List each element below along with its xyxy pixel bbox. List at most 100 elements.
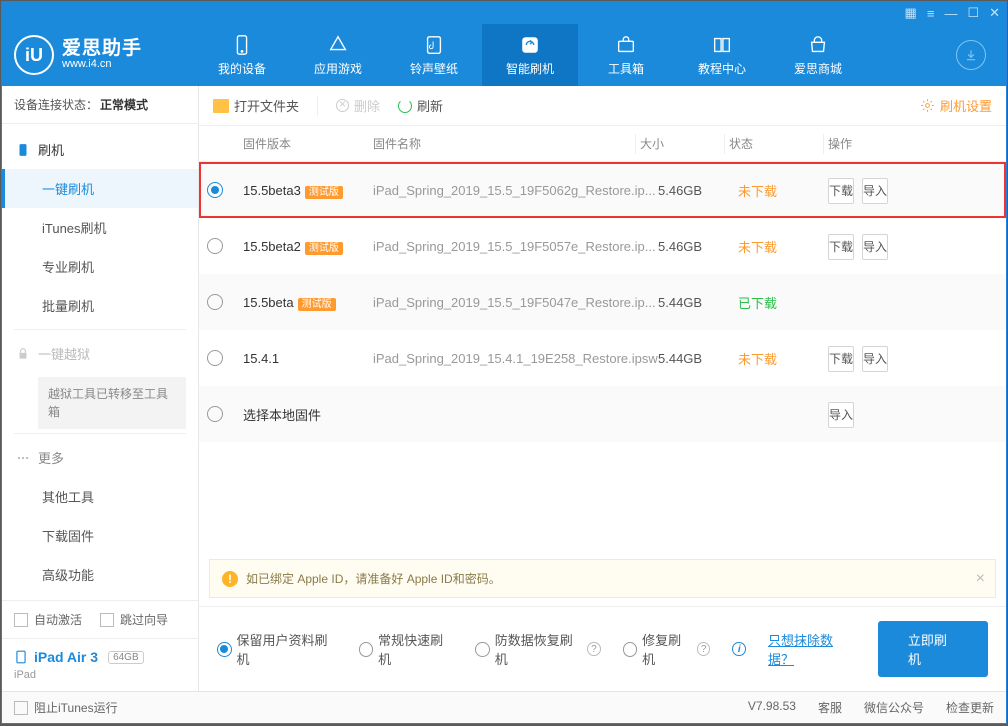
device-capacity: 64GB (108, 651, 144, 664)
warning-icon: ! (222, 571, 238, 587)
nav-label: 铃声壁纸 (410, 60, 458, 77)
nav-label: 智能刷机 (506, 60, 554, 77)
open-folder-button[interactable]: 打开文件夹 (213, 96, 299, 115)
flash-now-button[interactable]: 立即刷机 (878, 621, 988, 677)
firmware-status: 未下载 (738, 349, 828, 368)
delete-button[interactable]: 删除 (336, 96, 380, 115)
download-button[interactable]: 下载 (828, 178, 854, 204)
nav-ringtones[interactable]: 铃声壁纸 (386, 24, 482, 86)
nav-tutorials[interactable]: 教程中心 (674, 24, 770, 86)
row-radio[interactable] (207, 182, 223, 198)
refresh-button[interactable]: 刷新 (398, 96, 443, 115)
radio-icon (217, 642, 232, 657)
firmware-size: 5.44GB (658, 351, 738, 366)
block-itunes-checkbox[interactable] (14, 701, 28, 715)
th-name: 固件名称 (373, 135, 631, 152)
firmware-name: iPad_Spring_2019_15.4.1_19E258_Restore.i… (373, 351, 658, 366)
row-radio[interactable] (207, 294, 223, 310)
sidebar-item-oneclick[interactable]: 一键刷机 (2, 169, 198, 208)
wechat-link[interactable]: 微信公众号 (864, 699, 924, 716)
folder-icon (213, 99, 229, 113)
statusbar: 阻止iTunes运行 V7.98.53 客服 微信公众号 检查更新 (2, 691, 1006, 723)
radio-icon (475, 642, 489, 657)
download-button[interactable]: 下载 (828, 346, 854, 372)
nav-label: 我的设备 (218, 60, 266, 77)
skip-guide-checkbox[interactable] (100, 613, 114, 627)
refresh-icon (398, 99, 412, 113)
help-icon[interactable]: ? (697, 642, 711, 656)
table-row[interactable]: 15.4.1 iPad_Spring_2019_15.4.1_19E258_Res… (199, 330, 1006, 386)
nav-toolbox[interactable]: 工具箱 (578, 24, 674, 86)
opt-keep-data[interactable]: 保留用户资料刷机 (217, 630, 337, 668)
sidebar-head-flash[interactable]: 刷机 (2, 130, 198, 169)
opt-anti-recovery[interactable]: 防数据恢复刷机 ? (475, 630, 600, 668)
auto-activate-checkbox[interactable] (14, 613, 28, 627)
sidebar-head-more[interactable]: 更多 (2, 438, 198, 477)
firmware-name: iPad_Spring_2019_15.5_19F5062g_Restore.i… (373, 183, 658, 198)
maximize-icon[interactable]: ☐ (967, 5, 979, 21)
delete-icon (336, 99, 349, 112)
close-icon[interactable]: ✕ (989, 5, 1000, 21)
service-link[interactable]: 客服 (818, 699, 842, 716)
sidebar-item-batch[interactable]: 批量刷机 (2, 286, 198, 325)
device-name: iPad Air 3 (34, 649, 98, 665)
nav-label: 爱思商城 (794, 60, 842, 77)
flash-settings-button[interactable]: 刷机设置 (920, 96, 992, 115)
info-icon[interactable]: i (732, 642, 746, 656)
app-window: ▦ ≡ — ☐ ✕ iU 爱思助手 www.i4.cn 我的设备 应用游戏 铃声 (1, 1, 1007, 724)
flash-small-icon (16, 143, 30, 157)
firmware-status: 未下载 (738, 181, 828, 200)
import-button[interactable]: 导入 (828, 402, 854, 428)
minimize-icon[interactable]: — (944, 6, 957, 21)
firmware-name: iPad_Spring_2019_15.5_19F5057e_Restore.i… (373, 239, 658, 254)
nav-my-device[interactable]: 我的设备 (194, 24, 290, 86)
download-manager-button[interactable] (956, 40, 986, 70)
sidebar-item-other[interactable]: 其他工具 (2, 477, 198, 516)
titlebar-menu-icon[interactable]: ≡ (927, 6, 935, 21)
sidebar-item-pro[interactable]: 专业刷机 (2, 247, 198, 286)
firmware-version: 15.4.1 (243, 351, 279, 366)
apps-icon (327, 34, 349, 56)
row-radio[interactable] (207, 350, 223, 366)
radio-icon (359, 642, 374, 657)
ipad-icon (14, 649, 28, 665)
firmware-table: 15.5beta3测试版iPad_Spring_2019_15.5_19F506… (199, 162, 1006, 442)
import-button[interactable]: 导入 (862, 178, 888, 204)
more-icon (16, 451, 30, 465)
notice-close-icon[interactable]: × (976, 570, 985, 588)
sidebar-item-itunes[interactable]: iTunes刷机 (2, 208, 198, 247)
table-row[interactable]: 15.5beta2测试版iPad_Spring_2019_15.5_19F505… (199, 218, 1006, 274)
download-button[interactable]: 下载 (828, 234, 854, 260)
store-icon (807, 34, 829, 56)
nav-store[interactable]: 爱思商城 (770, 24, 866, 86)
table-row[interactable]: 15.5beta测试版iPad_Spring_2019_15.5_19F5047… (199, 274, 1006, 330)
nav-flash[interactable]: 智能刷机 (482, 24, 578, 86)
import-button[interactable]: 导入 (862, 346, 888, 372)
sidebar-item-advanced[interactable]: 高级功能 (2, 555, 198, 594)
erase-link[interactable]: 只想抹除数据？ (768, 630, 856, 668)
device-info[interactable]: iPad Air 3 64GB iPad (2, 638, 198, 691)
import-button[interactable]: 导入 (862, 234, 888, 260)
update-link[interactable]: 检查更新 (946, 699, 994, 716)
nav-label: 应用游戏 (314, 60, 362, 77)
firmware-size: 5.46GB (658, 239, 738, 254)
table-row[interactable]: 15.5beta3测试版iPad_Spring_2019_15.5_19F506… (199, 162, 1006, 218)
help-icon[interactable]: ? (587, 642, 601, 656)
logo: iU 爱思助手 www.i4.cn (14, 35, 174, 75)
opt-repair[interactable]: 修复刷机 ? (623, 630, 711, 668)
th-version: 固件版本 (243, 135, 373, 152)
titlebar-grid-icon[interactable]: ▦ (905, 5, 917, 21)
row-radio[interactable] (207, 238, 223, 254)
sidebar-item-download[interactable]: 下载固件 (2, 516, 198, 555)
firmware-status: 已下载 (738, 293, 828, 312)
opt-normal[interactable]: 常规快速刷机 (359, 630, 454, 668)
nav-apps[interactable]: 应用游戏 (290, 24, 386, 86)
th-status: 状态 (729, 135, 819, 152)
firmware-name: iPad_Spring_2019_15.5_19F5047e_Restore.i… (373, 295, 658, 310)
main-panel: 打开文件夹 删除 刷新 刷机设置 固件版本 固件名 (199, 86, 1006, 691)
row-radio[interactable] (207, 406, 223, 422)
flash-options: 保留用户资料刷机 常规快速刷机 防数据恢复刷机 ? 修复刷机 ? i 只想抹 (199, 606, 1006, 691)
table-row[interactable]: 选择本地固件导入 (199, 386, 1006, 442)
nav-label: 工具箱 (608, 60, 644, 77)
book-icon (711, 34, 733, 56)
